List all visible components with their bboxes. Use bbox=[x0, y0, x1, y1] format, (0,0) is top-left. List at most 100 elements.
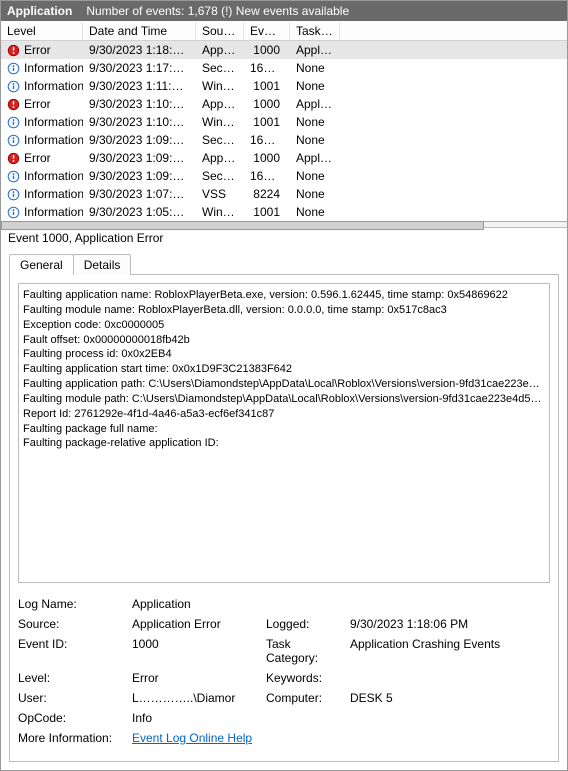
table-row[interactable]: Information9/30/2023 1:17:47 PMSecurit..… bbox=[1, 59, 567, 77]
cell-source: Securit... bbox=[196, 169, 244, 183]
cell-date: 9/30/2023 1:09:22 PM bbox=[83, 169, 196, 183]
column-headers[interactable]: Level Date and Time Source Event ID Task… bbox=[1, 21, 567, 41]
cell-task: None bbox=[290, 115, 340, 129]
cell-eventid: 1001 bbox=[244, 79, 290, 93]
tab-spacer bbox=[130, 254, 559, 275]
user-value: L…………..\Diamor bbox=[132, 691, 262, 705]
cell-task: None bbox=[290, 187, 340, 201]
user-label: User: bbox=[18, 691, 128, 705]
title-bar: Application Number of events: 1,678 (!) … bbox=[1, 1, 567, 21]
error-icon bbox=[7, 152, 20, 165]
cell-level: Error bbox=[1, 97, 83, 111]
cell-date: 9/30/2023 1:18:06 PM bbox=[83, 43, 196, 57]
cell-task: None bbox=[290, 79, 340, 93]
cell-source: Windo... bbox=[196, 79, 244, 93]
col-taskcategory[interactable]: Task C... bbox=[290, 22, 340, 40]
cell-eventid: 1000 bbox=[244, 97, 290, 111]
cell-source: Securit... bbox=[196, 61, 244, 75]
info-icon bbox=[7, 170, 20, 183]
level-label: Level: bbox=[18, 671, 128, 685]
cell-date: 9/30/2023 1:10:06 PM bbox=[83, 115, 196, 129]
info-icon bbox=[7, 80, 20, 93]
cell-eventid: 16384 bbox=[244, 133, 290, 147]
moreinfo-value: Event Log Online Help bbox=[132, 731, 550, 745]
moreinfo-label: More Information: bbox=[18, 731, 128, 745]
table-row[interactable]: Error9/30/2023 1:18:06 PMApplic...1000Ap… bbox=[1, 41, 567, 59]
cell-eventid: 1000 bbox=[244, 43, 290, 57]
cell-source: Securit... bbox=[196, 133, 244, 147]
col-eventid[interactable]: Event ID bbox=[244, 22, 290, 40]
event-message[interactable]: Faulting application name: RobloxPlayerB… bbox=[18, 283, 550, 583]
cell-level: Information bbox=[1, 205, 83, 219]
opcode-label: OpCode: bbox=[18, 711, 128, 725]
cell-date: 9/30/2023 1:09:24 PM bbox=[83, 151, 196, 165]
message-line: Faulting application start time: 0x0x1D9… bbox=[23, 362, 545, 377]
col-source[interactable]: Source bbox=[196, 22, 244, 40]
logged-label: Logged: bbox=[266, 617, 346, 631]
detail-body: Faulting application name: RobloxPlayerB… bbox=[9, 275, 559, 762]
table-row[interactable]: Error9/30/2023 1:10:40 PMApplic...1000Ap… bbox=[1, 95, 567, 113]
error-icon bbox=[7, 98, 20, 111]
keywords-label: Keywords: bbox=[266, 671, 346, 685]
source-label: Source: bbox=[18, 617, 128, 631]
message-line: Faulting process id: 0x0x2EB4 bbox=[23, 347, 545, 362]
event-log-online-help-link[interactable]: Event Log Online Help bbox=[132, 731, 252, 745]
cell-date: 9/30/2023 1:10:40 PM bbox=[83, 97, 196, 111]
taskcategory-label: Task Category: bbox=[266, 637, 346, 665]
log-name-value: Application bbox=[132, 597, 550, 611]
table-row[interactable]: Information9/30/2023 1:11:26 PMWindo...1… bbox=[1, 77, 567, 95]
message-line: Faulting application name: RobloxPlayerB… bbox=[23, 288, 545, 303]
info-icon bbox=[7, 188, 20, 201]
cell-source: Applic... bbox=[196, 151, 244, 165]
cell-eventid: 1000 bbox=[244, 151, 290, 165]
col-date[interactable]: Date and Time bbox=[83, 22, 196, 40]
info-icon bbox=[7, 116, 20, 129]
cell-source: Windo... bbox=[196, 205, 244, 219]
computer-value: DESK 5 bbox=[350, 691, 550, 705]
message-line: Faulting module name: RobloxPlayerBeta.d… bbox=[23, 303, 545, 318]
cell-eventid: 8224 bbox=[244, 187, 290, 201]
tab-general[interactable]: General bbox=[9, 254, 74, 275]
cell-eventid: 1001 bbox=[244, 115, 290, 129]
table-row[interactable]: Error9/30/2023 1:09:24 PMApplic...1000Ap… bbox=[1, 149, 567, 167]
cell-task: None bbox=[290, 169, 340, 183]
cell-date: 9/30/2023 1:05:36 PM bbox=[83, 205, 196, 219]
message-line: Fault offset: 0x00000000018fb42b bbox=[23, 333, 545, 348]
cell-eventid: 16394 bbox=[244, 61, 290, 75]
tab-details[interactable]: Details bbox=[73, 254, 132, 275]
cell-task: Applic... bbox=[290, 43, 340, 57]
table-row[interactable]: Information9/30/2023 1:09:52 PMSecurit..… bbox=[1, 131, 567, 149]
event-list: Level Date and Time Source Event ID Task… bbox=[1, 21, 567, 228]
event-properties: Log Name: Application Source: Applicatio… bbox=[18, 597, 550, 745]
horizontal-scrollbar[interactable] bbox=[1, 221, 567, 227]
table-row[interactable]: Information9/30/2023 1:09:22 PMSecurit..… bbox=[1, 167, 567, 185]
table-row[interactable]: Information9/30/2023 1:07:40 PMVSS8224No… bbox=[1, 185, 567, 203]
cell-level: Information bbox=[1, 187, 83, 201]
detail-tabs: General Details bbox=[1, 250, 567, 275]
col-level[interactable]: Level bbox=[1, 22, 83, 40]
table-row[interactable]: Information9/30/2023 1:10:06 PMWindo...1… bbox=[1, 113, 567, 131]
title-subtext: Number of events: 1,678 (!) New events a… bbox=[86, 4, 349, 18]
cell-source: VSS bbox=[196, 187, 244, 201]
error-icon bbox=[7, 44, 20, 57]
cell-source: Windo... bbox=[196, 115, 244, 129]
cell-date: 9/30/2023 1:09:52 PM bbox=[83, 133, 196, 147]
cell-level: Information bbox=[1, 169, 83, 183]
cell-task: None bbox=[290, 205, 340, 219]
cell-date: 9/30/2023 1:11:26 PM bbox=[83, 79, 196, 93]
table-row[interactable]: Information9/30/2023 1:05:36 PMWindo...1… bbox=[1, 203, 567, 221]
info-icon bbox=[7, 206, 20, 219]
cell-task: Applic... bbox=[290, 97, 340, 111]
message-line: Faulting application path: C:\Users\Diam… bbox=[23, 377, 545, 392]
message-line: Faulting module path: C:\Users\Diamondst… bbox=[23, 392, 545, 407]
logged-value: 9/30/2023 1:18:06 PM bbox=[350, 617, 550, 631]
level-value: Error bbox=[132, 671, 262, 685]
source-value: Application Error bbox=[132, 617, 262, 631]
message-line: Report Id: 2761292e-4f1d-4a46-a5a3-ecf6e… bbox=[23, 407, 545, 422]
eventid-label: Event ID: bbox=[18, 637, 128, 665]
taskcategory-value: Application Crashing Events bbox=[350, 637, 550, 665]
message-line: Faulting package full name: bbox=[23, 422, 545, 437]
cell-task: Applic... bbox=[290, 151, 340, 165]
cell-task: None bbox=[290, 61, 340, 75]
message-line: Exception code: 0xc0000005 bbox=[23, 318, 545, 333]
